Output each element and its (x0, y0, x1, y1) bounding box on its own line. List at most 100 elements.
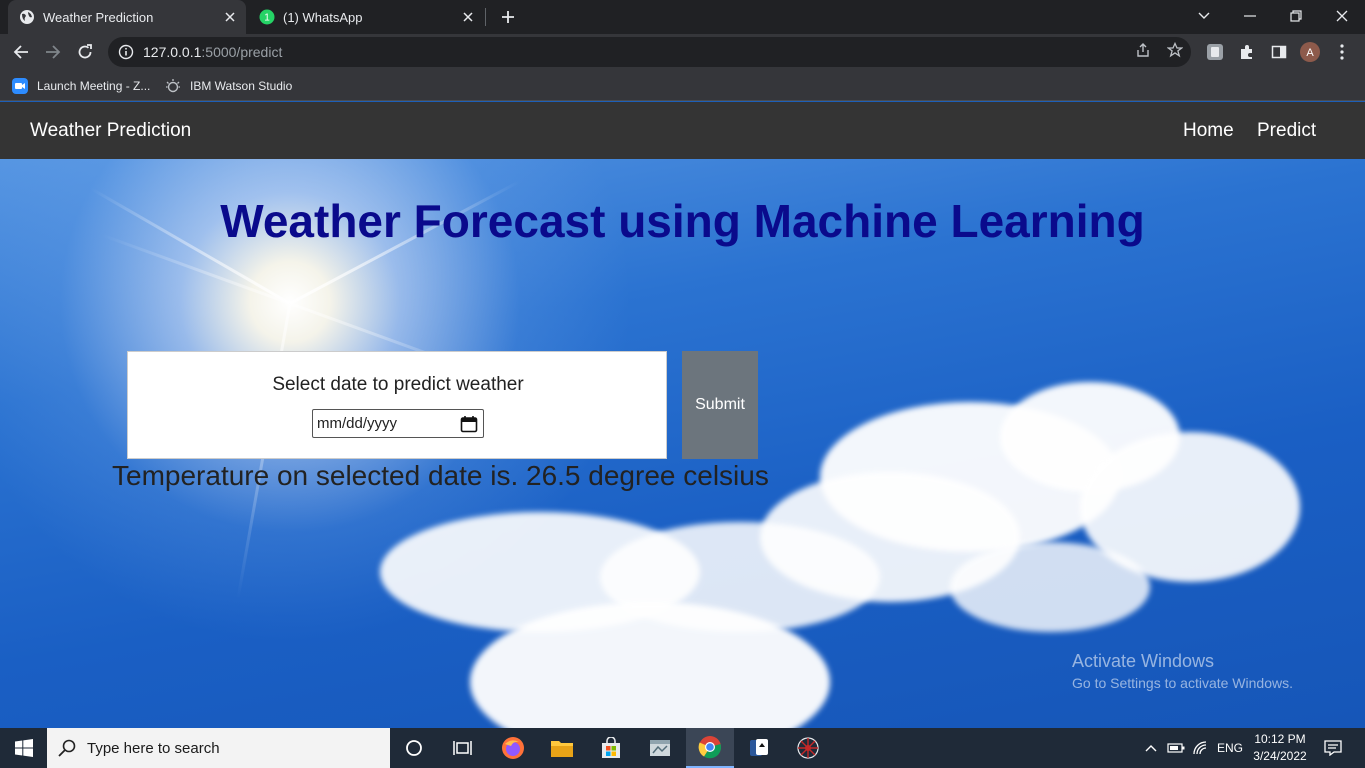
file-explorer-taskbar-button[interactable] (538, 728, 586, 768)
prediction-result: Temperature on selected date is. 26.5 de… (112, 460, 769, 491)
date-input[interactable]: mm/dd/yyyy (312, 409, 484, 438)
cortana-button[interactable] (390, 728, 438, 768)
star-icon[interactable] (1166, 41, 1184, 59)
puzzle-icon[interactable] (1237, 42, 1257, 62)
notification-icon (1324, 740, 1342, 756)
language-indicator[interactable]: ENG (1214, 728, 1246, 768)
taskbar-clock[interactable]: 10:12 PM 3/24/2022 (1250, 731, 1310, 765)
firefox-icon (502, 737, 524, 759)
info-icon[interactable] (118, 44, 134, 60)
wifi-icon (1193, 741, 1207, 755)
tab-title: Weather Prediction (43, 9, 154, 25)
cloud (950, 542, 1150, 632)
cards-icon (750, 739, 768, 756)
store-icon (602, 737, 620, 758)
back-button[interactable] (7, 38, 35, 66)
close-icon[interactable] (460, 9, 476, 25)
chevron-up-icon (1145, 745, 1157, 752)
chrome-icon (698, 736, 722, 759)
task-view-icon (453, 741, 472, 755)
network-tray-icon[interactable] (1190, 728, 1212, 768)
notification-center-button[interactable] (1318, 728, 1348, 768)
tab-title: (1) WhatsApp (283, 9, 363, 25)
form-label: Select date to predict weather (272, 374, 524, 395)
globe-icon (20, 10, 34, 24)
side-panel-icon[interactable] (1269, 42, 1289, 62)
chrome-taskbar-button[interactable] (686, 728, 734, 768)
address-bar[interactable]: 127.0.0.1:5000/predict (108, 37, 1191, 67)
windows-taskbar: Type here to search ENG 10:12 PM 3/24/20… (0, 728, 1365, 768)
battery-icon (1167, 743, 1185, 753)
solitaire-taskbar-button[interactable] (735, 728, 783, 768)
windows-logo-icon (14, 739, 33, 757)
task-view-button[interactable] (439, 728, 487, 768)
tab-weather-prediction[interactable]: Weather Prediction (8, 0, 246, 34)
plus-icon (502, 11, 514, 23)
firefox-taskbar-button[interactable] (489, 728, 537, 768)
start-button[interactable] (0, 728, 47, 768)
close-icon[interactable] (222, 9, 238, 25)
bookmark-watson[interactable]: IBM Watson Studio (165, 76, 292, 96)
forward-button[interactable] (39, 38, 67, 66)
clock-date: 3/24/2022 (1253, 749, 1307, 763)
watermark-subtitle: Go to Settings to activate Windows. (1072, 675, 1293, 691)
restore-button[interactable] (1273, 0, 1319, 32)
brand-link[interactable]: Weather Prediction (30, 120, 191, 142)
avatar-initial: A (1306, 47, 1314, 59)
tray-overflow-button[interactable] (1141, 728, 1161, 768)
tab-search-button[interactable] (1181, 0, 1227, 32)
bookmarks-bar: Launch Meeting - Z... IBM Watson Studio (0, 70, 1365, 101)
reload-button[interactable] (71, 38, 99, 66)
spider-app-taskbar-button[interactable] (784, 728, 832, 768)
avatar[interactable]: A (1300, 42, 1320, 62)
nav-link-home[interactable]: Home (1183, 120, 1234, 142)
close-window-button[interactable] (1319, 0, 1365, 32)
minimize-icon (1244, 15, 1256, 17)
battery-tray-icon[interactable] (1165, 728, 1187, 768)
web-page: Weather Prediction Home Predict Weather … (0, 102, 1365, 728)
search-icon (58, 739, 76, 757)
zoom-icon (12, 78, 28, 94)
tab-whatsapp[interactable]: 1 (1) WhatsApp (248, 0, 484, 34)
close-icon (1336, 10, 1348, 22)
tab-separator (485, 8, 486, 26)
url-text: 127.0.0.1:5000/predict (143, 44, 282, 60)
whatsapp-icon: 1 (259, 9, 275, 25)
window-app-icon (650, 740, 670, 756)
arrow-left-icon (13, 45, 28, 59)
calendar-icon[interactable] (460, 415, 478, 433)
activate-windows-watermark: Activate Windows Go to Settings to activ… (1072, 651, 1293, 691)
watermark-title: Activate Windows (1072, 651, 1215, 671)
new-tab-button[interactable] (496, 5, 520, 29)
search-placeholder: Type here to search (87, 739, 220, 757)
restore-icon (1290, 10, 1302, 22)
clock-time: 10:12 PM (1254, 732, 1306, 746)
whatsapp-badge: 1 (264, 13, 270, 24)
submit-button[interactable]: Submit (682, 351, 758, 459)
extension-app-icon[interactable] (1205, 42, 1225, 62)
page-title: Weather Forecast using Machine Learning (220, 195, 1145, 247)
taskbar-search[interactable]: Type here to search (47, 728, 390, 768)
browser-tab-strip: Weather Prediction 1 (1) WhatsApp (0, 0, 1365, 34)
app-taskbar-button[interactable] (636, 728, 684, 768)
browser-toolbar: 127.0.0.1:5000/predict A (0, 34, 1365, 70)
url-host: 127.0.0.1 (143, 44, 202, 60)
bookmark-zoom[interactable]: Launch Meeting - Z... (12, 76, 150, 96)
share-icon[interactable] (1134, 41, 1152, 59)
cortana-icon (406, 740, 422, 756)
reload-icon (78, 44, 92, 59)
watson-icon (166, 79, 180, 93)
minimize-button[interactable] (1227, 0, 1273, 32)
arrow-right-icon (46, 45, 61, 59)
bookmark-label: Launch Meeting - Z... (37, 79, 151, 93)
url-path: :5000/predict (201, 44, 283, 60)
nav-link-predict[interactable]: Predict (1257, 120, 1316, 142)
bookmark-label: IBM Watson Studio (190, 79, 293, 93)
store-taskbar-button[interactable] (587, 728, 635, 768)
date-placeholder: mm/dd/yyyy (317, 415, 398, 432)
spider-icon (797, 737, 819, 759)
more-menu-icon[interactable] (1332, 42, 1352, 62)
folder-icon (551, 741, 573, 757)
site-navbar: Weather Prediction Home Predict (0, 102, 1365, 159)
chevron-down-icon (1198, 12, 1210, 19)
